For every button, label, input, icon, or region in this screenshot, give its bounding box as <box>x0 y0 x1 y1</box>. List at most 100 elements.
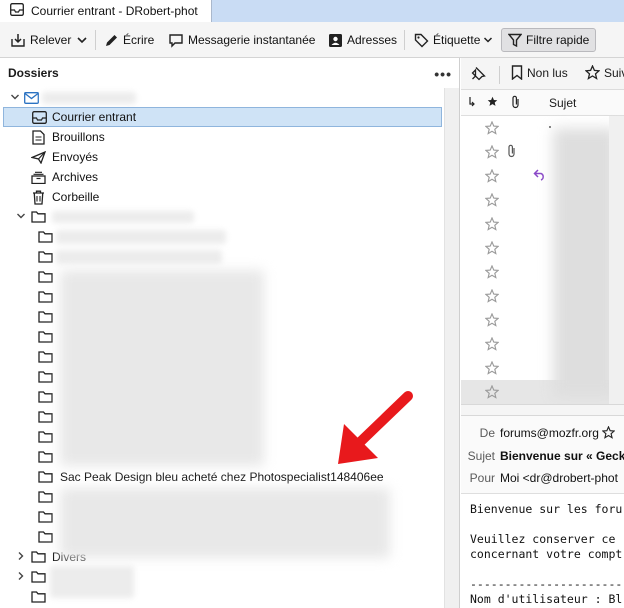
folder-label: Brouillons <box>52 130 105 144</box>
folder-label: Corbeille <box>52 190 100 204</box>
write-button[interactable]: Écrire <box>104 28 154 52</box>
tab-bar: Courrier entrant - DRobert-phot <box>0 0 624 22</box>
address-book-button[interactable]: Adresses <box>328 28 397 52</box>
folder-sac-peak-design[interactable]: Sac Peak Design bleu acheté chez Photosp… <box>0 467 444 487</box>
message-body-line: Nom d'utilisateur : Bl <box>470 592 623 606</box>
address-book-icon <box>329 33 342 47</box>
star-icon[interactable] <box>484 264 500 282</box>
unread-filter-button[interactable]: Non lus <box>511 65 568 80</box>
star-icon[interactable] <box>601 425 616 442</box>
folder-sent[interactable]: Envoyés <box>0 147 444 167</box>
quick-filter-button[interactable]: Filtre rapide <box>501 28 597 52</box>
folder-icon <box>38 451 53 463</box>
folder-pane-scrollbar[interactable] <box>444 88 459 608</box>
main-toolbar: Relever Écrire Messagerie instantanée Ad… <box>0 22 624 58</box>
tag-button[interactable]: Étiquette <box>414 28 493 52</box>
folder-trash[interactable]: Corbeille <box>0 187 444 207</box>
star-icon[interactable] <box>484 216 500 234</box>
get-messages-dropdown[interactable] <box>76 28 92 52</box>
star-column-icon[interactable] <box>487 96 498 110</box>
to-label: Pour <box>469 471 495 485</box>
star-icon[interactable] <box>484 240 500 258</box>
folder-icon <box>31 591 46 603</box>
bookmark-icon <box>511 65 523 80</box>
folder-row-redacted[interactable] <box>0 207 444 227</box>
starred-filter-label: Suiv <box>604 65 624 80</box>
tag-label: Étiquette <box>433 33 481 47</box>
subject-row: Sujet Bienvenue sur « Gecko <box>461 445 624 467</box>
folder-icon <box>31 571 46 583</box>
star-icon[interactable] <box>484 288 500 306</box>
star-icon[interactable] <box>484 312 500 330</box>
folder-name-redacted <box>52 211 194 223</box>
folder-drafts[interactable]: Brouillons <box>0 127 444 147</box>
folder-icon <box>38 311 53 323</box>
folder-icon <box>38 371 53 383</box>
message-header: De forums@mozfr.org Sujet Bienvenue sur … <box>461 416 624 494</box>
thread-column-header: Sujet <box>461 90 624 116</box>
folder-icon <box>31 211 46 223</box>
message-body-line: ---------------------- <box>470 577 623 591</box>
folder-icon <box>38 231 53 243</box>
star-icon[interactable] <box>484 192 500 210</box>
chevron-down-icon[interactable] <box>10 93 20 103</box>
folder-icon <box>38 531 53 543</box>
star-icon[interactable] <box>484 336 500 354</box>
chevron-down-icon <box>484 37 493 43</box>
folder-icon <box>38 491 53 503</box>
thread-column-icon[interactable] <box>468 96 476 111</box>
account-row[interactable] <box>0 88 444 108</box>
sticky-filter-pin-icon[interactable] <box>471 66 490 81</box>
folder-inbox[interactable]: Courrier entrant <box>3 107 442 127</box>
thread-list-scrollbar[interactable] <box>609 116 624 404</box>
from-value[interactable]: forums@mozfr.org <box>500 426 599 440</box>
star-icon[interactable] <box>484 168 500 186</box>
account-name-redacted <box>42 92 136 104</box>
tag-icon <box>414 33 429 47</box>
attachment-column-icon[interactable] <box>511 95 521 112</box>
chevron-right-icon[interactable] <box>17 551 25 563</box>
from-label: De <box>479 426 495 440</box>
replied-icon <box>533 168 546 184</box>
message-body: Bienvenue sur les foru Veuillez conserve… <box>461 494 624 608</box>
folder-label: Courrier entrant <box>52 110 137 124</box>
star-icon[interactable] <box>484 360 500 378</box>
pane-splitter[interactable] <box>461 404 624 416</box>
more-options-icon[interactable]: ••• <box>434 66 452 82</box>
trash-icon <box>32 190 45 205</box>
download-icon <box>11 33 25 47</box>
folder-name-redacted <box>50 566 134 598</box>
thread-dot <box>549 126 551 128</box>
subject-value: Bienvenue sur « Gecko <box>500 449 624 463</box>
folder-pane-title: Dossiers <box>8 66 59 80</box>
message-area: Non lus Suiv Sujet <box>461 58 624 608</box>
subject-column-header[interactable]: Sujet <box>549 96 576 110</box>
folder-icon <box>38 351 53 363</box>
folder-label: Sac Peak Design bleu acheté chez Photosp… <box>60 470 384 484</box>
chevron-down-icon[interactable] <box>16 212 26 222</box>
folder-icon <box>38 431 53 443</box>
star-icon[interactable] <box>484 144 500 162</box>
filter-icon <box>508 33 522 47</box>
inbox-icon <box>10 3 24 19</box>
folder-archives[interactable]: Archives <box>0 167 444 187</box>
folder-icon <box>38 271 53 283</box>
folder-pane-header: Dossiers ••• <box>0 58 459 88</box>
folder-pane: Dossiers ••• Courrier entrant Brouillons… <box>0 58 460 608</box>
to-value[interactable]: Moi <dr@drobert-phot <box>500 471 618 485</box>
chevron-right-icon[interactable] <box>17 571 25 583</box>
unread-filter-label: Non lus <box>527 65 568 80</box>
folder-name-redacted <box>56 230 226 244</box>
get-messages-button[interactable]: Relever <box>10 28 71 52</box>
toolbar-separator <box>404 30 405 50</box>
folder-names-redacted <box>60 488 390 558</box>
folder-icon <box>38 331 53 343</box>
star-icon[interactable] <box>484 120 500 138</box>
chat-button[interactable]: Messagerie instantanée <box>168 28 315 52</box>
tab-inbox[interactable]: Courrier entrant - DRobert-phot <box>0 0 212 22</box>
chevron-down-icon <box>77 37 87 44</box>
folder-icon <box>38 291 53 303</box>
starred-filter-button[interactable]: Suiv <box>585 65 624 80</box>
star-icon[interactable] <box>484 384 500 402</box>
subject-label: Sujet <box>467 449 495 463</box>
